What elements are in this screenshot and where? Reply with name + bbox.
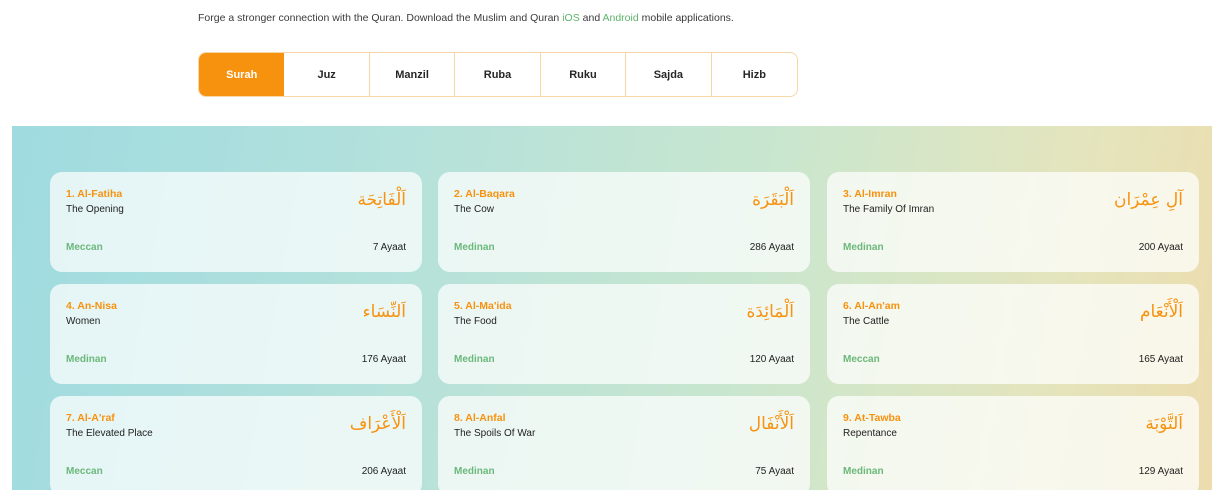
surah-arabic-name: اَلْمَائِدَة xyxy=(746,302,794,322)
surah-meaning: The Spoils Of War xyxy=(454,428,536,439)
tab-surah[interactable]: Surah xyxy=(199,53,285,96)
tab-manzil[interactable]: Manzil xyxy=(370,53,456,96)
surah-revelation-type: Meccan xyxy=(843,354,880,365)
tab-bar: Surah Juz Manzil Ruba Ruku Sajda Hizb xyxy=(198,52,798,97)
surah-ayaat-count: 120 Ayaat xyxy=(749,354,794,365)
surah-card[interactable]: 5. Al-Ma'ida The Food اَلْمَائِدَة Medin… xyxy=(438,284,810,384)
surah-arabic-name: اَلتَّوْبَة xyxy=(1145,414,1183,434)
intro-text-after: mobile applications. xyxy=(638,12,734,24)
intro-text-before: Forge a stronger connection with the Qur… xyxy=(198,12,563,24)
surah-meaning: Repentance xyxy=(843,428,897,439)
tab-ruba[interactable]: Ruba xyxy=(455,53,541,96)
surah-arabic-name: اَلْأَعْرَاف xyxy=(349,414,406,434)
surah-meaning: Women xyxy=(66,316,101,327)
surah-card[interactable]: 1. Al-Fatiha The Opening اَلْفَاتِحَة Me… xyxy=(50,172,422,272)
surah-revelation-type: Meccan xyxy=(66,466,103,477)
surah-name: 4. An-Nisa xyxy=(66,300,117,312)
surah-name: 6. Al-An'am xyxy=(843,300,900,312)
surah-meaning: The Food xyxy=(454,316,497,327)
surah-ayaat-count: 165 Ayaat xyxy=(1138,354,1183,365)
tab-juz[interactable]: Juz xyxy=(284,53,370,96)
surah-card[interactable]: 3. Al-Imran The Family Of Imran آلِ عِمْ… xyxy=(827,172,1199,272)
surah-grid: 1. Al-Fatiha The Opening اَلْفَاتِحَة Me… xyxy=(12,126,1212,490)
surah-revelation-type: Meccan xyxy=(66,242,103,253)
surah-card[interactable]: 8. Al-Anfal The Spoils Of War اَلْأَنْفَ… xyxy=(438,396,810,490)
surah-revelation-type: Medinan xyxy=(454,242,495,253)
surah-arabic-name: اَلْأَنْعَام xyxy=(1139,302,1183,322)
surah-arabic-name: اَلنِّسَاء xyxy=(362,302,406,322)
surah-ayaat-count: 206 Ayaat xyxy=(361,466,406,477)
surah-ayaat-count: 200 Ayaat xyxy=(1138,242,1183,253)
surah-meaning: The Opening xyxy=(66,204,124,215)
ios-link[interactable]: iOS xyxy=(562,12,580,24)
intro-text: Forge a stronger connection with the Qur… xyxy=(198,12,734,24)
surah-name: 2. Al-Baqara xyxy=(454,188,515,200)
tab-ruku[interactable]: Ruku xyxy=(541,53,627,96)
surah-card[interactable]: 6. Al-An'am The Cattle اَلْأَنْعَام Mecc… xyxy=(827,284,1199,384)
surah-ayaat-count: 176 Ayaat xyxy=(361,354,406,365)
tab-sajda[interactable]: Sajda xyxy=(626,53,712,96)
surah-ayaat-count: 75 Ayaat xyxy=(755,466,794,477)
surah-meaning: The Elevated Place xyxy=(66,428,153,439)
surah-card[interactable]: 4. An-Nisa Women اَلنِّسَاء Medinan 176 … xyxy=(50,284,422,384)
surah-card[interactable]: 7. Al-A'raf The Elevated Place اَلْأَعْر… xyxy=(50,396,422,490)
surah-ayaat-count: 286 Ayaat xyxy=(749,242,794,253)
surah-ayaat-count: 129 Ayaat xyxy=(1138,466,1183,477)
surah-name: 1. Al-Fatiha xyxy=(66,188,123,200)
surah-card[interactable]: 9. At-Tawba Repentance اَلتَّوْبَة Medin… xyxy=(827,396,1199,490)
surah-revelation-type: Medinan xyxy=(843,242,884,253)
surah-revelation-type: Medinan xyxy=(66,354,107,365)
surah-name: 7. Al-A'raf xyxy=(66,412,115,424)
surah-name: 5. Al-Ma'ida xyxy=(454,300,512,312)
surah-revelation-type: Medinan xyxy=(454,466,495,477)
tab-hizb[interactable]: Hizb xyxy=(712,53,797,96)
surah-revelation-type: Medinan xyxy=(843,466,884,477)
intro-and: and xyxy=(579,12,603,24)
surah-name: 9. At-Tawba xyxy=(843,412,901,424)
surah-ayaat-count: 7 Ayaat xyxy=(372,242,406,253)
surah-meaning: The Cow xyxy=(454,204,495,215)
surah-arabic-name: اَلْأَنْفَال xyxy=(748,414,794,434)
surah-arabic-name: اَلْفَاتِحَة xyxy=(357,190,406,210)
surah-card[interactable]: 2. Al-Baqara The Cow اَلْبَقَرَة Medinan… xyxy=(438,172,810,272)
surah-name: 3. Al-Imran xyxy=(843,188,897,200)
android-link[interactable]: Android xyxy=(603,12,639,24)
surah-name: 8. Al-Anfal xyxy=(454,412,506,424)
surah-revelation-type: Medinan xyxy=(454,354,495,365)
surah-meaning: The Cattle xyxy=(843,316,890,327)
surah-arabic-name: آلِ عِمْرَان xyxy=(1113,190,1183,210)
surah-meaning: The Family Of Imran xyxy=(843,204,935,215)
surah-arabic-name: اَلْبَقَرَة xyxy=(752,190,794,210)
